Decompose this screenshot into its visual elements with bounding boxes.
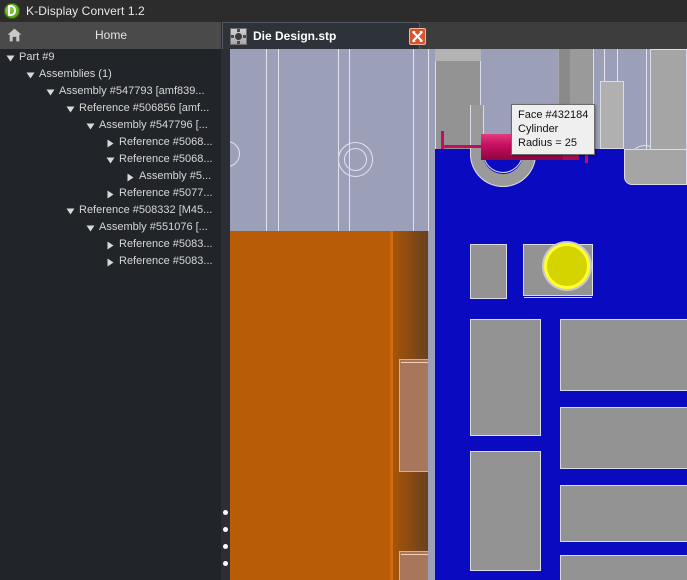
caret-right-icon[interactable] [104,236,117,253]
panel-edge-line [266,49,267,231]
gray-part-left-cap [435,49,481,61]
caret-right-icon[interactable] [124,168,137,185]
tree-item-9[interactable]: Reference #508332 [M45... [0,202,221,219]
tree-item-11[interactable]: Reference #5083... [0,236,221,253]
gray-part-right-2 [650,49,687,157]
splitter-dot[interactable] [223,527,228,532]
caret-down-icon[interactable] [104,151,117,168]
close-icon[interactable] [409,28,426,45]
plate-pocket [560,407,687,469]
plate-pocket [470,319,541,436]
assembly-tree-panel[interactable]: Part #9 Assemblies (1) Assembly #547793 [a… [0,49,222,580]
tree-item-8[interactable]: Reference #5077... [0,185,221,202]
tab-die-design-stp[interactable]: Die Design.stp [222,22,426,49]
tree-item-label: Reference #508332 [M45... [79,204,213,216]
caret-down-icon[interactable] [64,100,77,117]
splitter-dot[interactable] [223,561,228,566]
selected-hole-highlight[interactable] [544,243,590,289]
application-window: K-Display Convert 1.2 Home Die Design.st… [0,0,687,580]
tree-item-5[interactable]: Reference #5068... [0,134,221,151]
caret-down-icon[interactable] [84,117,97,134]
caret-right-icon[interactable] [104,134,117,151]
caret-down-icon[interactable] [44,83,57,100]
plate-pocket [560,485,687,542]
tree-item-1[interactable]: Assemblies (1) [0,66,221,83]
gray-part-right [600,81,624,149]
tree-item-0[interactable]: Part #9 [0,49,221,66]
caret-down-icon[interactable] [24,66,37,83]
tree-item-12[interactable]: Reference #5083... [0,253,221,270]
plate-pocket [560,319,687,391]
blue-plate-notch [665,185,687,235]
3d-model-viewport[interactable]: Face #432184 Cylinder Radius = 25 [230,49,687,580]
caret-right-icon[interactable] [104,253,117,270]
tooltip-radius: Radius = 25 [518,137,578,149]
plate-pocket [470,451,541,571]
tab-home-label: Home [94,28,127,42]
splitter-dot[interactable] [223,510,228,515]
tree-item-label: Reference #5083... [119,238,213,250]
panel-splitter[interactable] [221,49,230,580]
panel-edge-line [349,49,350,231]
panel-edge-line [278,49,279,231]
app-title: K-Display Convert 1.2 [26,4,145,18]
app-logo-d-icon [4,3,20,19]
part-document-icon [230,28,247,45]
panel-sliver [428,231,435,580]
tree-item-label: Reference #5083... [119,255,213,267]
gray-pad-with-hole-edge [524,297,592,298]
bore-circle-inner [344,148,367,171]
tree-item-label: Reference #5068... [119,136,213,148]
gray-pad-small [470,244,507,299]
tab-die-design-stp-label: Die Design.stp [253,29,337,43]
panel-edge-line [413,49,414,231]
caret-right-icon[interactable] [104,185,117,202]
tree-item-2[interactable]: Assembly #547793 [amf839... [0,83,221,100]
tree-item-label: Assembly #551076 [... [99,221,208,233]
tree-item-label: Assembly #5... [139,170,212,182]
plate-pocket [560,555,687,580]
tree-item-3[interactable]: Reference #506856 [amf... [0,100,221,117]
splitter-dot[interactable] [223,544,228,549]
tree-item-label: Assembly #547793 [amf839... [59,85,205,97]
face-info-tooltip: Face #432184 Cylinder Radius = 25 [511,104,595,155]
tab-strip: Home Die Design.stp [0,22,687,49]
orange-block-rib [390,231,393,580]
tooltip-face-id: Face #432184 [518,109,589,121]
tree-item-label: Reference #5068... [119,153,213,165]
tree-item-label: Reference #5077... [119,187,213,199]
tree-item-label: Part #9 [19,51,55,63]
tree-item-label: Assemblies (1) [39,68,112,80]
gray-shelf [624,149,687,185]
title-bar: K-Display Convert 1.2 [0,0,687,22]
tree-item-7[interactable]: Assembly #5... [0,168,221,185]
caret-down-icon[interactable] [4,49,17,66]
panel-edge-line [428,49,429,231]
tree-item-4[interactable]: Assembly #547796 [... [0,117,221,134]
tree-item-10[interactable]: Assembly #551076 [... [0,219,221,236]
tree-item-label: Reference #506856 [amf... [79,102,210,114]
panel-edge-line [338,49,339,231]
blue-upper-wall [435,149,470,235]
tree-item-label: Assembly #547796 [... [99,119,208,131]
tooltip-surface-type: Cylinder [518,123,559,135]
tab-home[interactable]: Home [0,22,222,49]
tree-item-6[interactable]: Reference #5068... [0,151,221,168]
caret-down-icon[interactable] [64,202,77,219]
caret-down-icon[interactable] [84,219,97,236]
